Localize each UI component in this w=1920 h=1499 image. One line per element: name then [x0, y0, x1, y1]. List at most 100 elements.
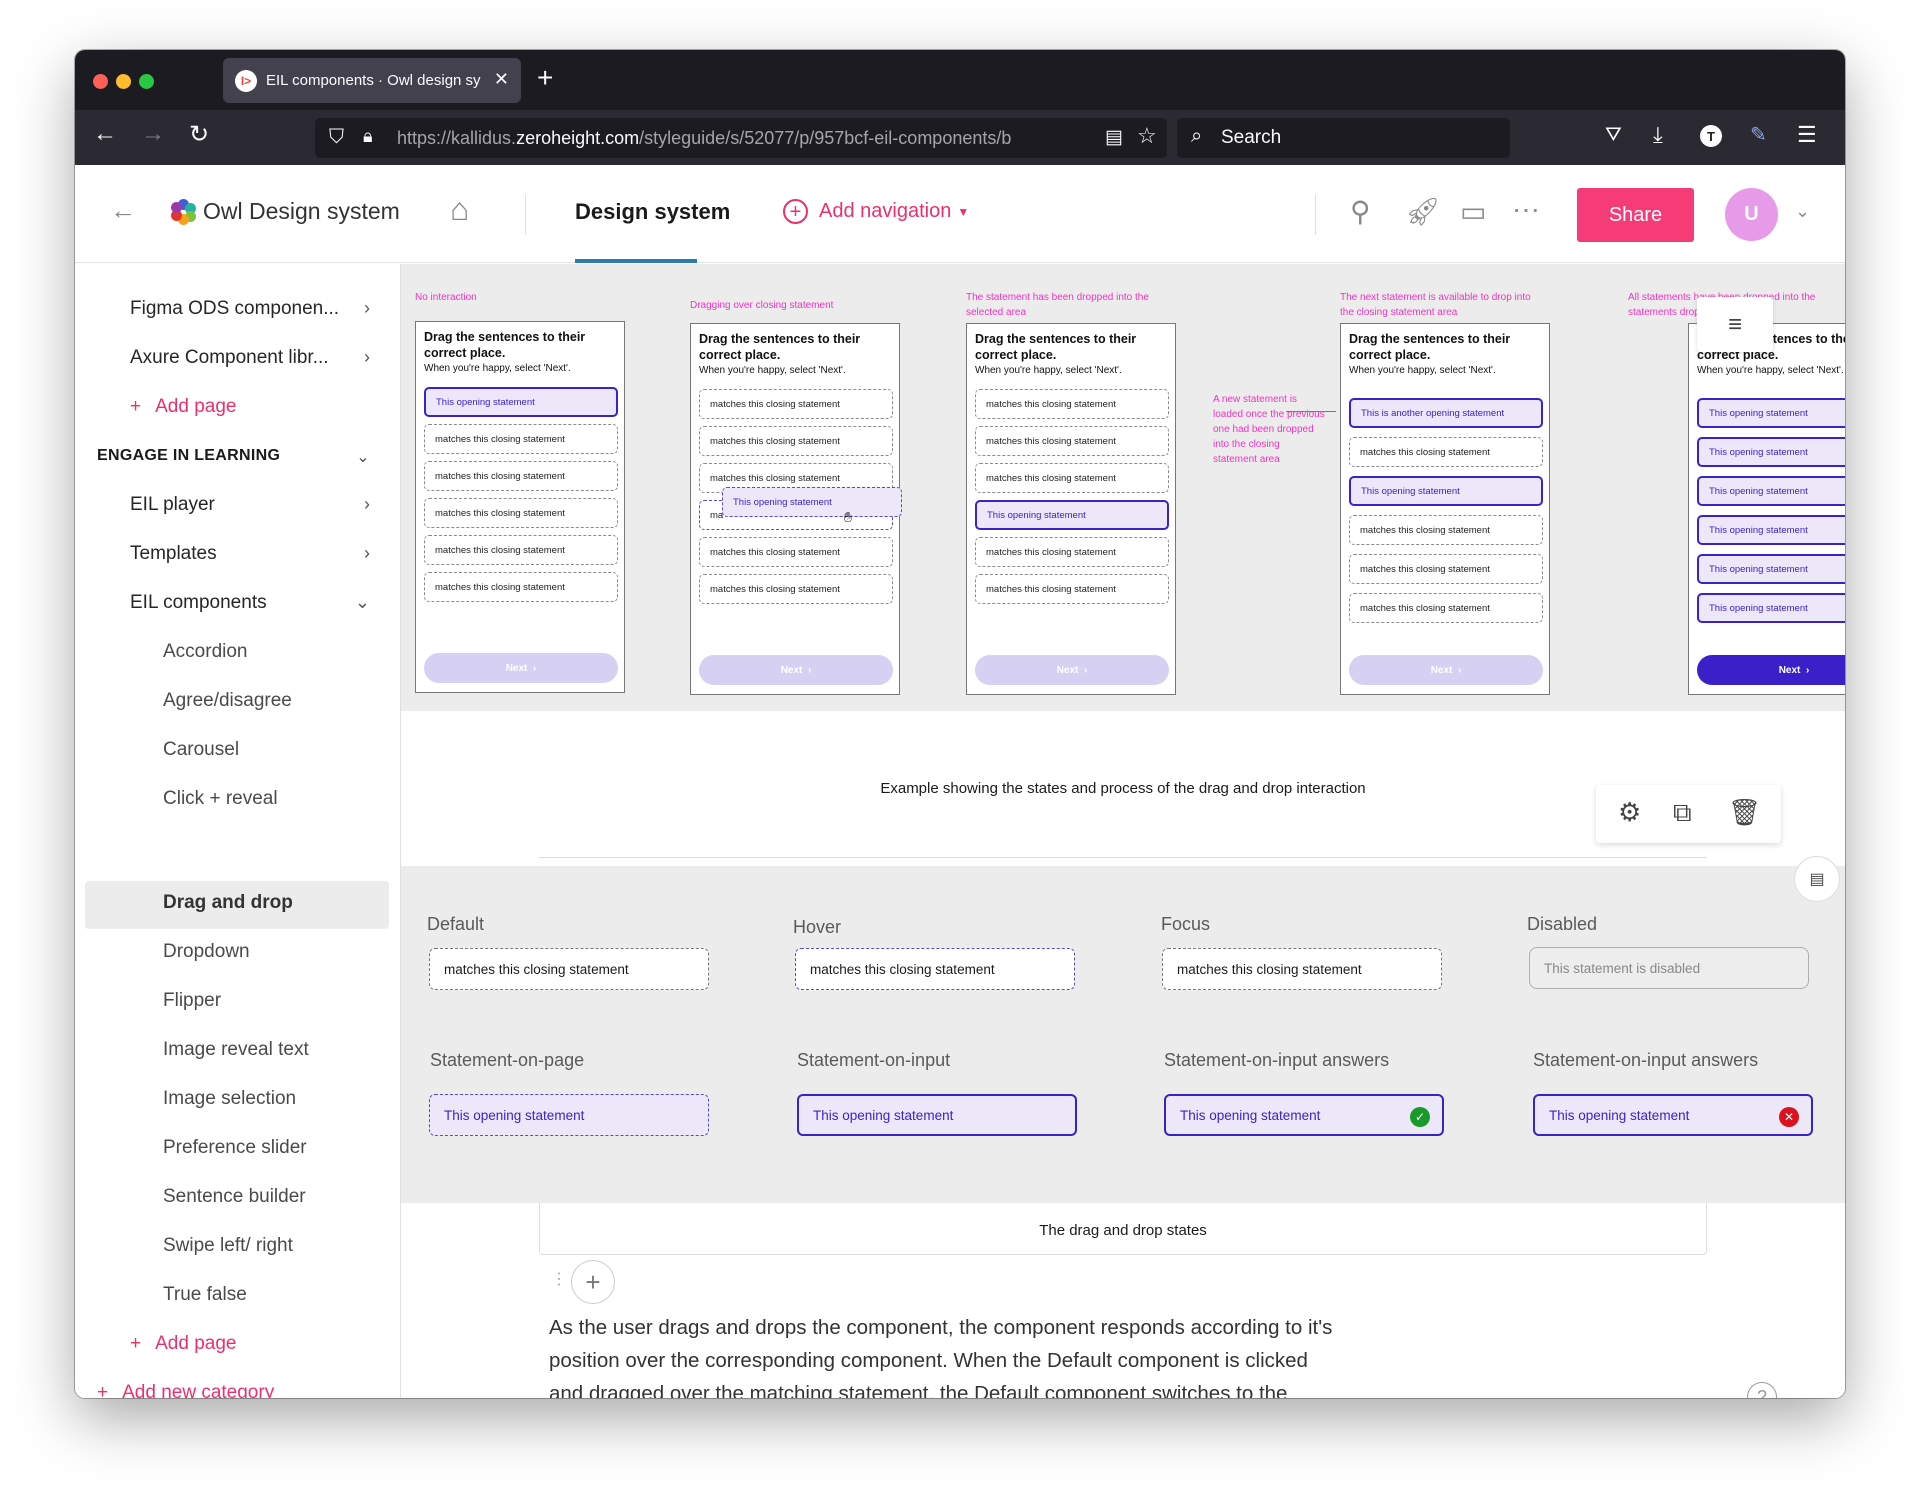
add-page-button-2[interactable]: + Add page	[130, 1333, 236, 1355]
sidebar-item-figma-ods[interactable]: Figma ODS componen... ›	[130, 298, 390, 320]
sidebar-page-true-false[interactable]: True false	[163, 1284, 247, 1306]
screen-subtitle: When you're happy, select 'Next'.	[1697, 365, 1844, 376]
add-category-label: Add new category	[122, 1382, 275, 1398]
add-navigation-button[interactable]: + Add navigation ▼	[783, 199, 969, 224]
sidebar-page-accordion[interactable]: Accordion	[163, 641, 248, 663]
state-label-hover: Hover	[793, 917, 842, 937]
brand-link[interactable]: Owl Design system	[171, 198, 400, 225]
closing-statement: matches this closing statement	[424, 498, 618, 528]
shield-icon[interactable]: ⛉	[329, 126, 344, 149]
delete-trash-icon[interactable]: 🗑︎	[1728, 797, 1761, 828]
close-window-button[interactable]	[93, 74, 108, 89]
sidebar-item-axure[interactable]: Axure Component libr... ›	[130, 347, 390, 369]
share-button[interactable]: Share	[1577, 188, 1694, 242]
answered-statement: This opening statement✓	[1697, 593, 1845, 623]
grab-cursor-icon: ✋︎	[844, 509, 852, 525]
sidebar-page-carousel[interactable]: Carousel	[163, 739, 239, 761]
pocket-icon[interactable]: ⛛	[1605, 124, 1622, 147]
add-page-button[interactable]: + Add page	[130, 396, 236, 418]
search-icon[interactable]: ⚲	[1350, 195, 1371, 228]
new-tab-button[interactable]: +	[537, 62, 553, 94]
annotation-new-statement: A new statement is loaded once the previ…	[1213, 394, 1325, 465]
close-tab-icon[interactable]: ✕	[494, 69, 509, 90]
lock-icon[interactable]: 🔒︎	[363, 126, 373, 147]
forward-icon[interactable]: →	[141, 120, 165, 148]
chevron-right-icon: ›	[364, 347, 370, 367]
account-chevron-down-icon[interactable]: ⌄	[1795, 201, 1810, 222]
search-placeholder: Search	[1221, 127, 1282, 148]
add-block-button[interactable]: +	[571, 1260, 615, 1304]
sidebar-page-flipper[interactable]: Flipper	[163, 990, 221, 1012]
settings-gear-icon[interactable]: ⚙	[1618, 797, 1641, 828]
owl-logo-icon	[171, 198, 197, 225]
navigation-bar: ← → ↻ ⛉ 🔒︎ https://kallidus.zeroheight.c…	[75, 110, 1845, 165]
sidebar-page-preference-slider[interactable]: Preference slider	[163, 1137, 307, 1159]
browser-tab[interactable]: I> EIL components · Owl design sy ✕	[223, 58, 521, 103]
brand-name: Owl Design system	[203, 198, 400, 224]
chevron-down-icon: ⌄	[356, 449, 370, 466]
category-engage-in-learning[interactable]: ENGAGE IN LEARNING ⌄	[97, 447, 382, 466]
state-default: matches this closing statement	[429, 948, 709, 990]
reload-icon[interactable]: ↻	[189, 120, 209, 149]
state-label-answers-correct: Statement-on-input answers	[1164, 1050, 1390, 1070]
home-icon[interactable]: ⌂	[450, 191, 469, 228]
state-label-statement-on-page: Statement-on-page	[430, 1050, 585, 1070]
sidebar-item-eil-components[interactable]: EIL components ⌄	[130, 592, 390, 614]
sidebar-page-drag-and-drop[interactable]: Drag and drop	[163, 892, 293, 914]
plus-icon: +	[130, 1333, 142, 1354]
add-new-category-button[interactable]: + Add new category	[97, 1382, 274, 1398]
duplicate-icon[interactable]: ⧉	[1673, 797, 1692, 829]
closing-statement: matches this closing statement	[699, 389, 893, 419]
sidebar-item-templates[interactable]: Templates ›	[130, 543, 390, 565]
statement-text: This opening statement	[1709, 563, 1808, 575]
sidebar-page-sentence-builder[interactable]: Sentence builder	[163, 1186, 306, 1208]
sidebar-item-label: Axure Component libr...	[130, 347, 329, 368]
bookmark-star-icon[interactable]: ☆	[1137, 123, 1157, 149]
state-text: This opening statement	[1549, 1107, 1690, 1123]
reader-view-icon[interactable]: ▤	[1105, 126, 1123, 149]
add-navigation-label: Add navigation	[819, 200, 952, 222]
more-options-icon[interactable]: ···	[1512, 193, 1540, 225]
statement-text: This opening statement	[1709, 524, 1808, 536]
maximize-window-button[interactable]	[139, 74, 154, 89]
sidebar-item-label: Figma ODS componen...	[130, 298, 340, 319]
minimize-window-button[interactable]	[116, 74, 131, 89]
next-button-disabled: Next ›	[699, 655, 893, 685]
example-screen-no-interaction: Drag the sentences to their correct plac…	[415, 321, 625, 693]
comments-icon[interactable]: ▭	[1460, 195, 1486, 228]
search-input[interactable]: ⌕ Search	[1177, 118, 1510, 158]
user-avatar[interactable]: U	[1725, 188, 1778, 241]
sidebar-page-image-reveal-text[interactable]: Image reveal text	[163, 1039, 309, 1061]
chevron-right-icon: ›	[364, 494, 370, 514]
sidebar-page-swipe-left-right[interactable]: Swipe left/ right	[163, 1235, 293, 1257]
sidebar-item-eil-player[interactable]: EIL player ›	[130, 494, 390, 516]
incorrect-cross-icon: ✕	[1779, 1107, 1799, 1127]
comment-icon[interactable]: ▤	[1794, 856, 1840, 902]
screen-heading: Drag the sentences to their correct plac…	[1349, 332, 1511, 362]
tab-favicon-icon: I>	[235, 69, 257, 92]
help-icon[interactable]: ?	[1747, 1382, 1777, 1398]
sidebar-item-label: EIL components	[130, 592, 267, 613]
url-bar[interactable]: ⛉ 🔒︎ https://kallidus.zeroheight.com/sty…	[315, 118, 1167, 158]
download-icon[interactable]: ⤓	[1653, 122, 1663, 148]
rocket-icon[interactable]: 🚀︎	[1405, 195, 1441, 228]
screen-subtitle: When you're happy, select 'Next'.	[1349, 365, 1496, 376]
search-icon: ⌕	[1191, 125, 1203, 147]
sidebar-page-agree-disagree[interactable]: Agree/disagree	[163, 690, 292, 712]
profile-icon[interactable]: T	[1700, 125, 1722, 147]
eyedropper-icon[interactable]: ✎	[1750, 122, 1767, 147]
sidebar-page-dropdown[interactable]: Dropdown	[163, 941, 250, 963]
screen-subtitle: When you're happy, select 'Next'.	[699, 365, 846, 376]
header-tab-design-system[interactable]: Design system	[575, 199, 730, 225]
caption-states: The drag and drop states	[1039, 1222, 1207, 1239]
back-arrow-icon[interactable]: ←	[110, 195, 136, 226]
sidebar-page-click-reveal[interactable]: Click + reveal	[163, 788, 278, 810]
url-text[interactable]: https://kallidus.zeroheight.com/stylegui…	[397, 128, 1077, 149]
sidebar-page-image-selection[interactable]: Image selection	[163, 1088, 296, 1110]
back-icon[interactable]: ←	[93, 120, 117, 148]
opening-statement: This opening statement	[424, 387, 618, 417]
menu-icon[interactable]: ☰	[1797, 122, 1817, 148]
text-align-icon[interactable]: ≡	[1697, 297, 1773, 352]
state-disabled: This statement is disabled	[1529, 947, 1809, 989]
state-statement-on-input: This opening statement	[797, 1094, 1077, 1136]
